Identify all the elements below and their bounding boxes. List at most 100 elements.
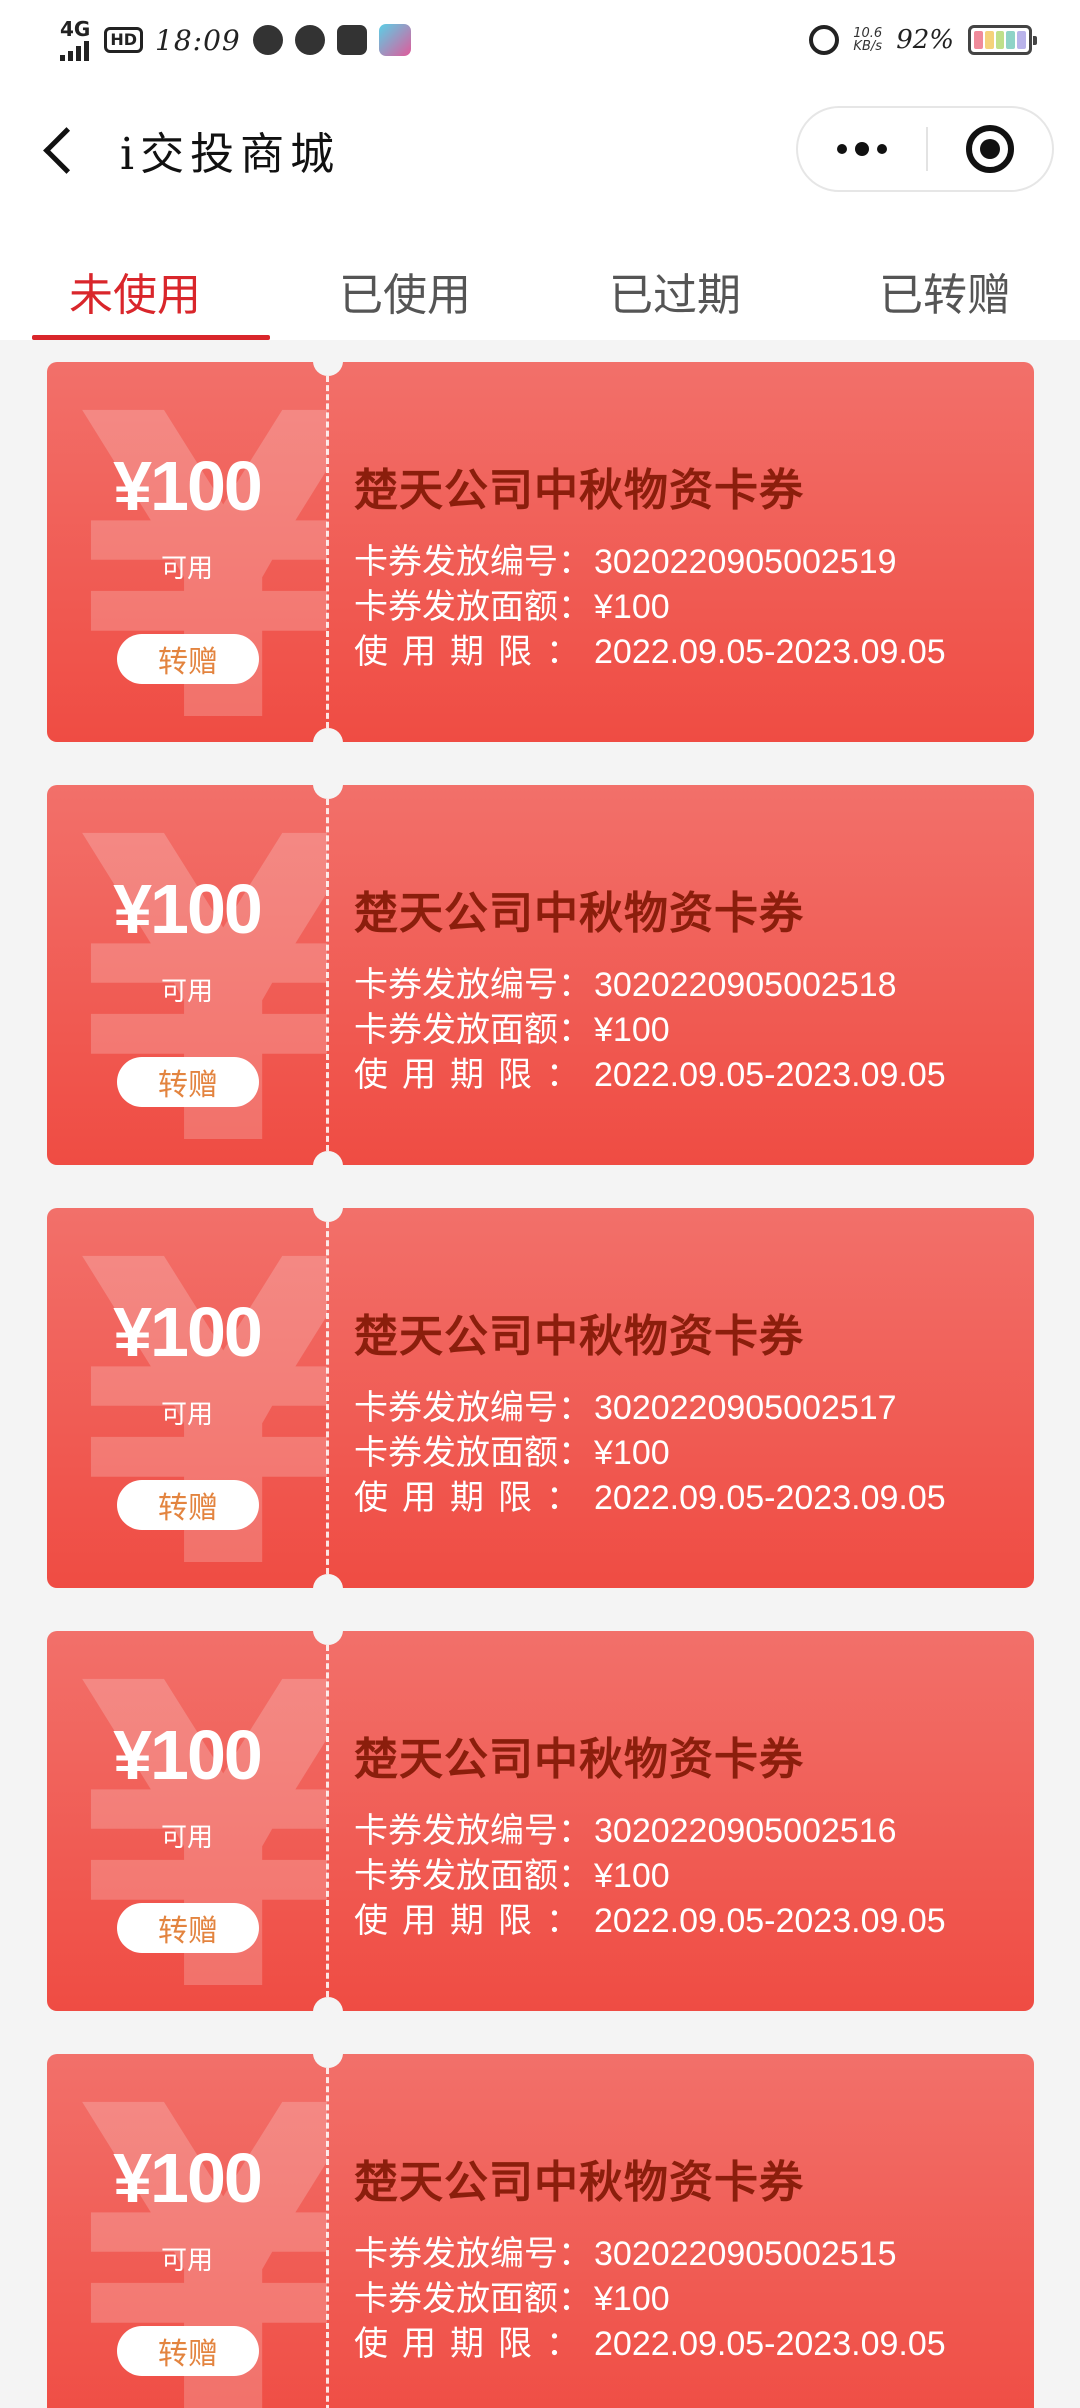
coupon-card[interactable]: ¥ ¥100 可用 转赠 楚天公司中秋物资卡券 卡券发放编号：302022090…	[47, 1631, 1034, 2011]
coupon-period-row: 使用期限：2022.09.05-2023.09.05	[354, 1899, 1014, 1944]
coupon-value-row: 卡券发放面额：¥100	[354, 1431, 1014, 1476]
coupon-value-row: 卡券发放面额：¥100	[354, 1008, 1014, 1053]
coupon-value-row: 卡券发放面额：¥100	[354, 2277, 1014, 2322]
hd-badge: HD	[104, 27, 144, 53]
coupon-details: 楚天公司中秋物资卡券 卡券发放编号：3020220905002518 卡券发放面…	[354, 877, 1014, 1098]
coupon-number: 3020220905002518	[594, 966, 897, 1004]
coupon-status-tabs: 未使用 已使用 已过期 已转赠	[0, 220, 1080, 340]
gift-button[interactable]: 转赠	[117, 2326, 259, 2376]
gift-button[interactable]: 转赠	[117, 1903, 259, 1953]
coupon-number-row: 卡券发放编号：3020220905002518	[354, 963, 1014, 1008]
more-menu-button[interactable]	[798, 108, 926, 190]
coupon-details: 楚天公司中秋物资卡券 卡券发放编号：3020220905002517 卡券发放面…	[354, 1300, 1014, 1521]
coupon-details: 楚天公司中秋物资卡券 卡券发放编号：3020220905002519 卡券发放面…	[354, 454, 1014, 675]
coupon-value-row: 卡券发放面额：¥100	[354, 1854, 1014, 1899]
speed-unit: KB/s	[853, 39, 883, 54]
alarm-icon	[809, 25, 840, 55]
status-right: 10.6 KB/s 92%	[809, 25, 1037, 55]
coupon-amount: ¥100	[113, 1293, 263, 1371]
tab-expired[interactable]: 已过期	[540, 220, 810, 340]
coupon-name: 楚天公司中秋物资卡券	[354, 2157, 804, 2208]
coupon-period-label: 使用期限：	[354, 1902, 594, 1940]
coupon-number: 3020220905002516	[594, 1812, 897, 1850]
status-left: 4G HD 18:09	[60, 19, 411, 61]
coupon-amount: ¥100	[113, 870, 263, 948]
coupon-value: ¥100	[594, 1011, 670, 1049]
network-type: 4G	[60, 17, 91, 41]
coupon-value: ¥100	[594, 2280, 670, 2318]
signal-icon	[60, 39, 89, 61]
coupon-status: 可用	[160, 1400, 213, 1430]
coupon-period-row: 使用期限：2022.09.05-2023.09.05	[354, 1476, 1014, 1521]
tab-gifted[interactable]: 已转赠	[810, 220, 1080, 340]
coupon-status: 可用	[160, 1823, 213, 1853]
coupon-card[interactable]: ¥ ¥100 可用 转赠 楚天公司中秋物资卡券 卡券发放编号：302022090…	[47, 1208, 1034, 1588]
video-notification-icon	[336, 25, 367, 55]
coupon-value-label: 卡券发放面额：	[354, 2280, 592, 2318]
coupon-amount-panel: ¥ ¥100 可用 转赠	[47, 785, 327, 1165]
chat-notification-icon	[252, 25, 283, 55]
gift-button[interactable]: 转赠	[117, 1480, 259, 1530]
coupon-value-label: 卡券发放面额：	[354, 1011, 592, 1049]
coupon-amount-panel: ¥ ¥100 可用 转赠	[47, 1208, 327, 1588]
coupon-period-label: 使用期限：	[354, 2325, 594, 2363]
coupon-name: 楚天公司中秋物资卡券	[354, 888, 804, 939]
tab-unused[interactable]: 未使用	[0, 220, 270, 340]
coupon-details: 楚天公司中秋物资卡券 卡券发放编号：3020220905002516 卡券发放面…	[354, 1723, 1014, 1944]
coupon-details: 楚天公司中秋物资卡券 卡券发放编号：3020220905002515 卡券发放面…	[354, 2146, 1014, 2367]
status-bar: 4G HD 18:09 10.6 KB/s 92%	[0, 0, 1080, 80]
coupon-number: 3020220905002515	[594, 2235, 897, 2273]
battery-percent: 92%	[896, 25, 954, 55]
network-speed: 10.6 KB/s	[853, 27, 882, 53]
coupon-card[interactable]: ¥ ¥100 可用 转赠 楚天公司中秋物资卡券 卡券发放编号：302022090…	[47, 785, 1034, 1165]
gift-button[interactable]: 转赠	[117, 634, 259, 684]
coupon-amount-panel: ¥ ¥100 可用 转赠	[47, 1631, 327, 2011]
coupon-period-label: 使用期限：	[354, 633, 594, 671]
app-notification-icon	[378, 24, 411, 56]
coupon-name: 楚天公司中秋物资卡券	[354, 1311, 804, 1362]
page-title: i交投商城	[120, 129, 341, 180]
gift-button[interactable]: 转赠	[117, 1057, 259, 1107]
coupon-number-label: 卡券发放编号：	[354, 1812, 592, 1850]
coupon-number-label: 卡券发放编号：	[354, 1389, 592, 1427]
coupon-amount: ¥100	[113, 447, 263, 525]
coupon-value-row: 卡券发放面额：¥100	[354, 585, 1014, 630]
coupon-value: ¥100	[594, 1434, 670, 1472]
tab-used[interactable]: 已使用	[270, 220, 540, 340]
coupon-number-label: 卡券发放编号：	[354, 2235, 592, 2273]
coupon-period: 2022.09.05-2023.09.05	[594, 1056, 946, 1094]
close-miniprogram-button[interactable]	[928, 108, 1052, 190]
coupon-value-label: 卡券发放面额：	[354, 1434, 592, 1472]
coupon-status: 可用	[160, 2246, 213, 2276]
coupon-number: 3020220905002519	[594, 543, 897, 581]
coupon-number-row: 卡券发放编号：3020220905002516	[354, 1809, 1014, 1854]
coupon-name: 楚天公司中秋物资卡券	[354, 1734, 804, 1785]
coupon-divider	[326, 1222, 329, 1574]
coupon-value: ¥100	[594, 588, 670, 626]
coupon-amount-panel: ¥ ¥100 可用 转赠	[47, 2054, 327, 2408]
coupon-card[interactable]: ¥ ¥100 可用 转赠 楚天公司中秋物资卡券 卡券发放编号：302022090…	[47, 2054, 1034, 2408]
network-indicator: 4G	[60, 19, 90, 61]
target-icon	[966, 125, 1014, 173]
coupon-number-label: 卡券发放编号：	[354, 966, 592, 1004]
coupon-divider	[326, 2068, 329, 2408]
more-dot-icon	[855, 142, 869, 156]
more-dot-icon	[877, 144, 887, 154]
back-button[interactable]	[40, 126, 80, 176]
coupon-value-label: 卡券发放面额：	[354, 1857, 592, 1895]
coupon-period-row: 使用期限：2022.09.05-2023.09.05	[354, 630, 1014, 675]
coupon-divider	[326, 799, 329, 1151]
coupon-period-label: 使用期限：	[354, 1479, 594, 1517]
coupon-value-label: 卡券发放面额：	[354, 588, 592, 626]
coupon-status: 可用	[160, 554, 213, 584]
coupon-card[interactable]: ¥ ¥100 可用 转赠 楚天公司中秋物资卡券 卡券发放编号：302022090…	[47, 362, 1034, 742]
coupon-number: 3020220905002517	[594, 1389, 897, 1427]
nav-header: i交投商城	[0, 80, 1080, 220]
clock: 18:09	[155, 23, 241, 57]
more-dot-icon	[837, 144, 847, 154]
coupon-number-row: 卡券发放编号：3020220905002515	[354, 2232, 1014, 2277]
coupon-amount-panel: ¥ ¥100 可用 转赠	[47, 362, 327, 742]
compass-notification-icon	[294, 25, 325, 55]
coupon-name: 楚天公司中秋物资卡券	[354, 465, 804, 516]
coupon-divider	[326, 1645, 329, 1997]
